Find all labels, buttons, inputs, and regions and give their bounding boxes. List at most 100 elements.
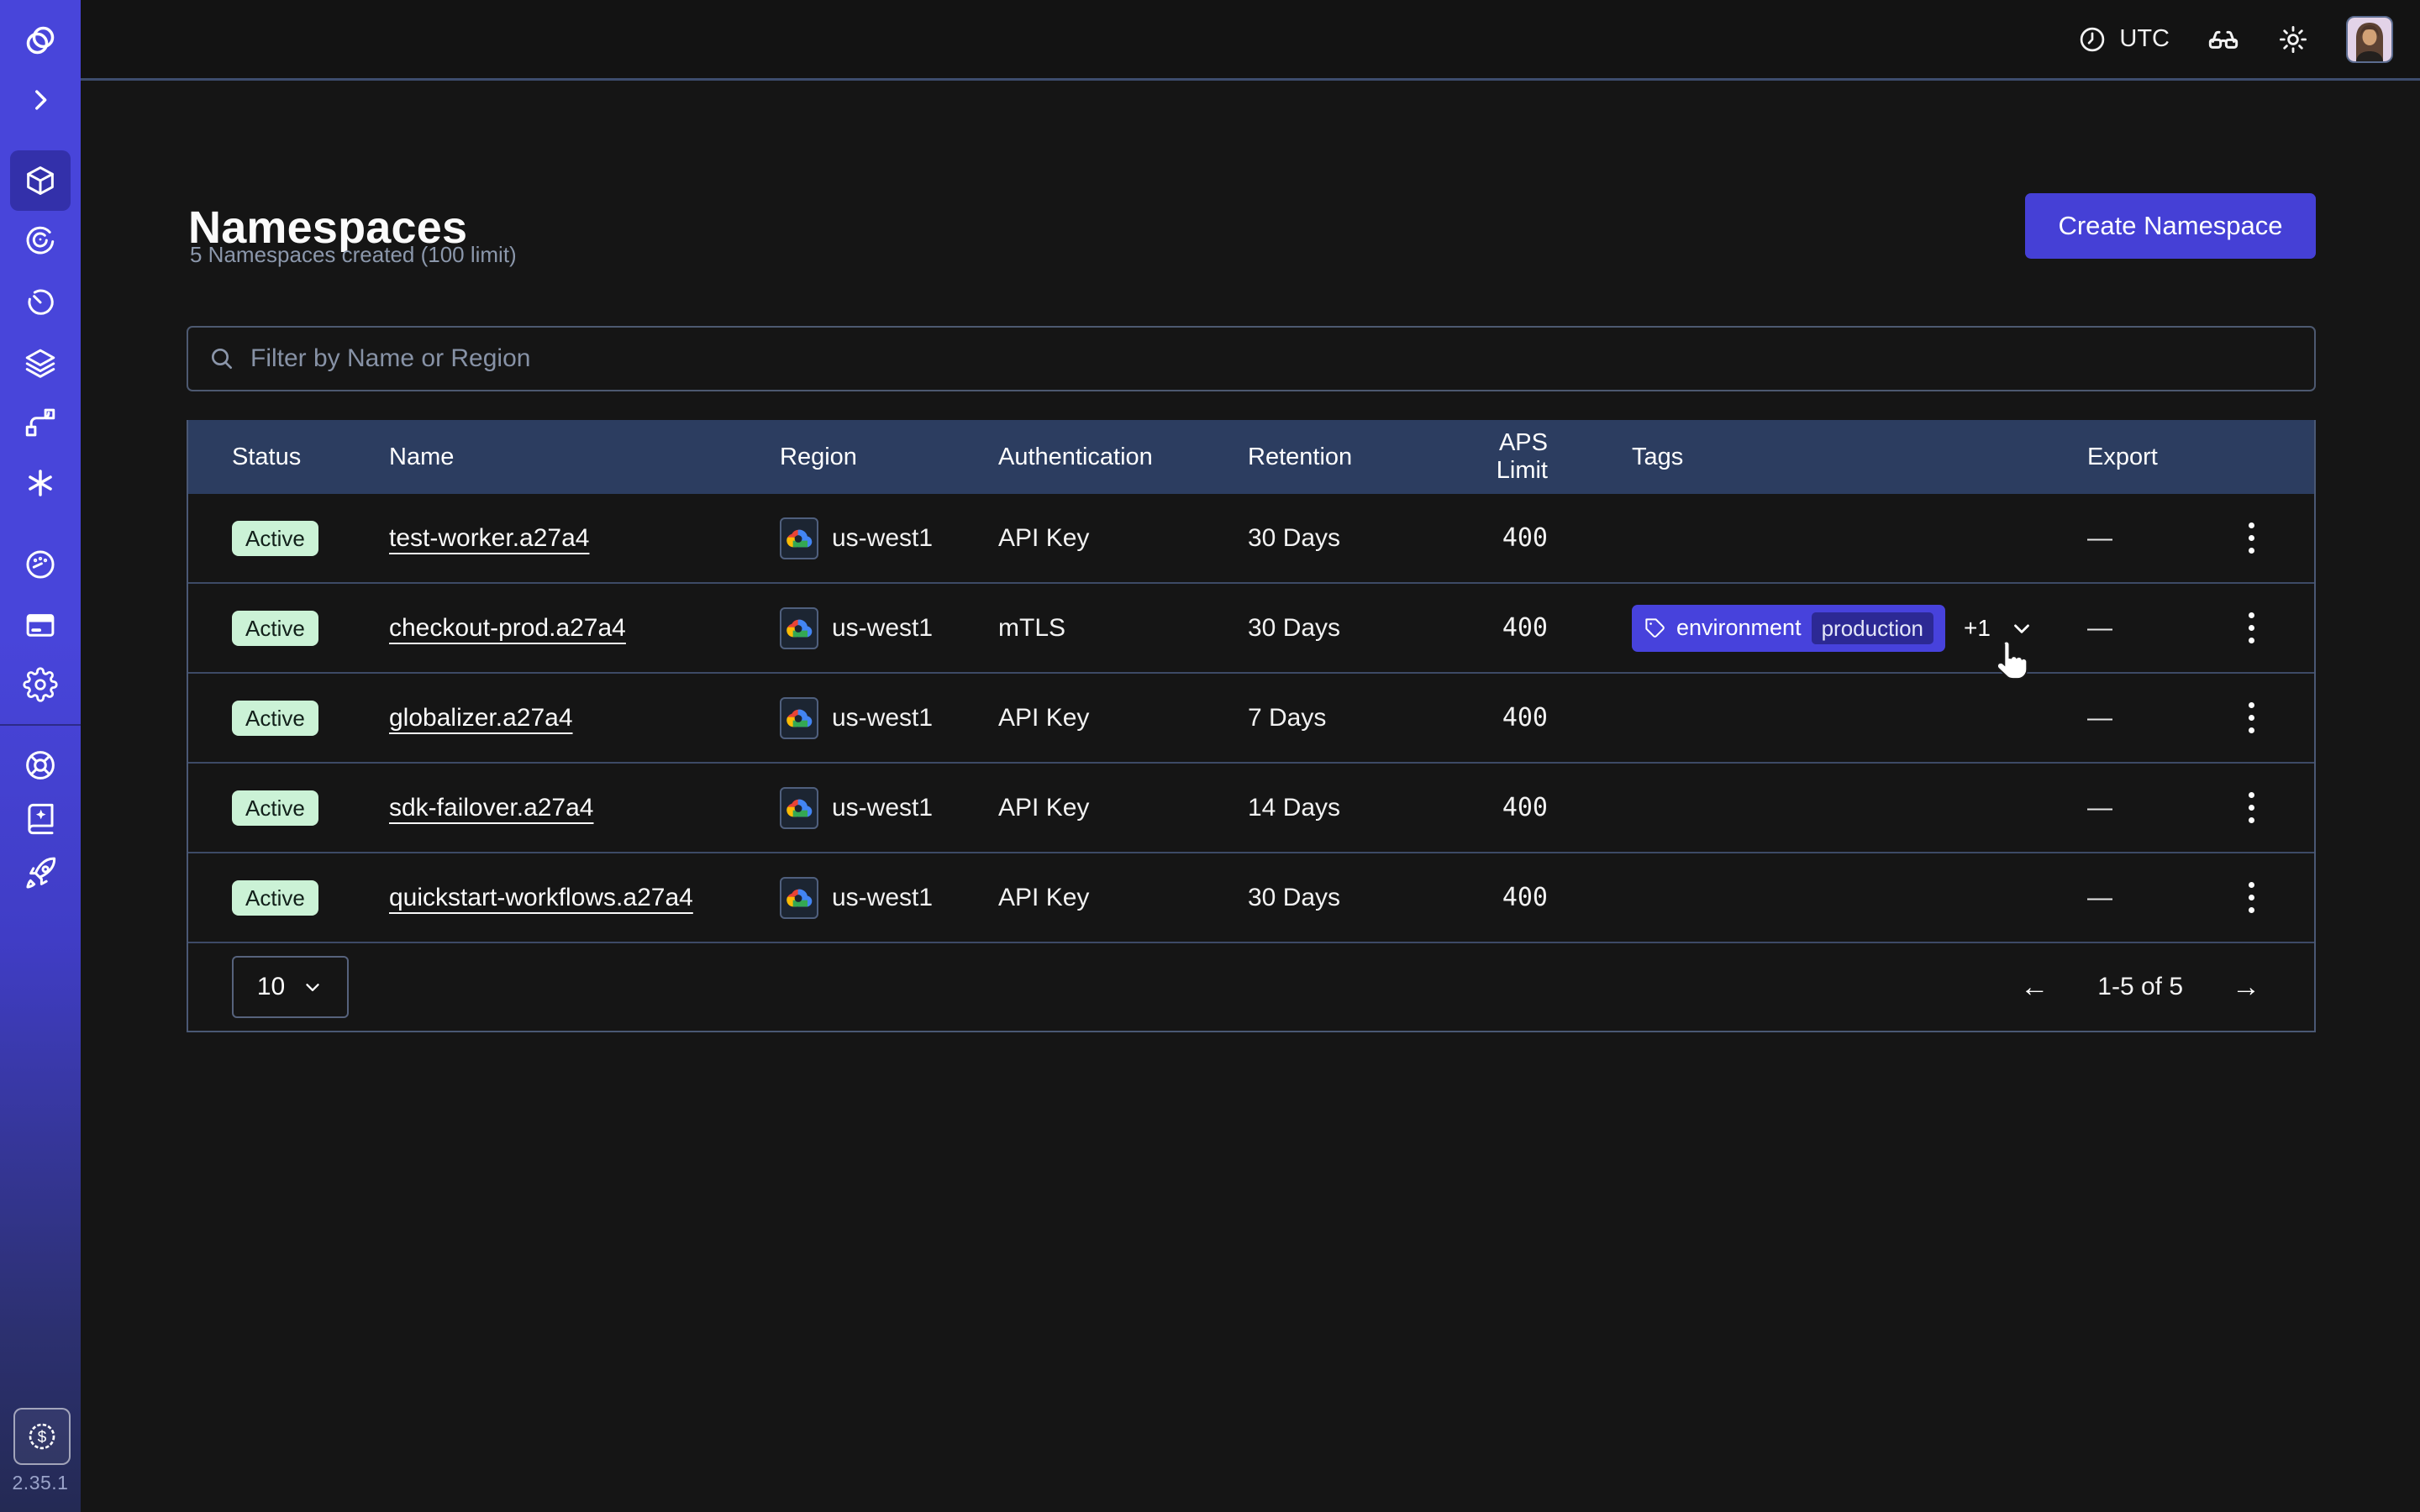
filter-search-bar <box>187 326 2316 391</box>
col-header-region: Region <box>780 444 998 471</box>
sidebar-item-billing[interactable] <box>0 605 81 645</box>
col-header-tags: Tags <box>1548 444 2087 471</box>
namespace-link[interactable]: quickstart-workflows.a27a4 <box>389 884 693 911</box>
tag-chip[interactable]: environment production <box>1632 605 1945 652</box>
row-menu-button[interactable] <box>2244 517 2260 559</box>
region-cell: us-west1 <box>780 877 998 919</box>
sidebar-item-docs[interactable] <box>0 799 81 839</box>
layers-icon <box>23 345 58 381</box>
sidebar-item-getting-started[interactable] <box>0 854 81 895</box>
aps-limit-cell: 400 <box>1444 793 1548 822</box>
table-row: Active test-worker.a27a4 us-west1 API Ke… <box>188 494 2314 582</box>
next-page-button[interactable]: → <box>2232 973 2260 1001</box>
aps-limit-cell: 400 <box>1444 703 1548 732</box>
glasses-icon[interactable] <box>2207 23 2240 56</box>
sidebar-item-workflows[interactable] <box>0 219 81 260</box>
gcp-icon <box>780 877 818 919</box>
table-body: Active test-worker.a27a4 us-west1 API Ke… <box>188 494 2314 942</box>
timezone-label: UTC <box>2119 25 2170 53</box>
export-cell: — <box>2087 884 2222 912</box>
lifebuoy-icon <box>23 748 58 783</box>
row-menu-button[interactable] <box>2244 607 2260 648</box>
export-cell: — <box>2087 704 2222 732</box>
table-pagination: 10 ← 1-5 of 5 → <box>188 942 2314 1031</box>
namespace-link[interactable]: test-worker.a27a4 <box>389 524 589 552</box>
auth-cell: API Key <box>998 524 1248 553</box>
status-badge: Active <box>232 880 318 916</box>
workflow-branch-icon <box>23 405 58 440</box>
export-cell: — <box>2087 524 2222 553</box>
retention-cell: 30 Days <box>1248 524 1444 553</box>
gcp-icon <box>780 517 818 559</box>
col-header-aps: APS Limit <box>1444 429 1548 485</box>
prev-page-button[interactable]: ← <box>2020 973 2049 1001</box>
sidebar: $ 2.35.1 <box>0 0 81 1512</box>
page-size-select[interactable]: 10 <box>232 956 349 1018</box>
status-badge: Active <box>232 611 318 646</box>
retention-cell: 14 Days <box>1248 794 1444 822</box>
auth-cell: API Key <box>998 704 1248 732</box>
row-menu-button[interactable] <box>2244 697 2260 738</box>
gauge-icon <box>23 547 58 582</box>
sidebar-item-nexus[interactable] <box>0 463 81 503</box>
row-menu-button[interactable] <box>2244 877 2260 918</box>
sidebar-item-deployments[interactable] <box>0 343 81 383</box>
export-cell: — <box>2087 794 2222 822</box>
gcp-icon <box>780 697 818 739</box>
cube-icon <box>23 163 58 198</box>
region-label: us-west1 <box>832 794 933 822</box>
sidebar-item-settings[interactable] <box>0 664 81 705</box>
namespaces-table: Status Name Region Authentication Retent… <box>187 420 2316 1032</box>
sidebar-pricing-button[interactable]: $ <box>13 1408 71 1465</box>
col-header-name: Name <box>389 444 780 471</box>
search-icon <box>208 345 235 372</box>
sidebar-divider <box>0 724 81 726</box>
auth-cell: API Key <box>998 794 1248 822</box>
sidebar-item-usage[interactable] <box>0 544 81 585</box>
page-size-value: 10 <box>257 973 285 1001</box>
avatar[interactable] <box>2346 16 2393 63</box>
timezone-selector[interactable]: UTC <box>2077 24 2170 55</box>
sidebar-item-support[interactable] <box>0 745 81 785</box>
region-cell: us-west1 <box>780 697 998 739</box>
table-header: Status Name Region Authentication Retent… <box>188 420 2314 494</box>
book-sparkle-icon <box>23 801 58 837</box>
row-menu-button[interactable] <box>2244 787 2260 828</box>
gcp-icon <box>780 787 818 829</box>
namespace-link[interactable]: checkout-prod.a27a4 <box>389 614 626 642</box>
region-label: us-west1 <box>832 524 933 553</box>
retention-cell: 7 Days <box>1248 704 1444 732</box>
topbar: UTC <box>81 0 2420 81</box>
brightness-icon[interactable] <box>2277 24 2309 55</box>
sidebar-expand-button[interactable] <box>0 80 81 120</box>
status-badge: Active <box>232 521 318 556</box>
region-label: us-west1 <box>832 614 933 643</box>
dollar-seal-icon: $ <box>25 1420 59 1453</box>
region-cell: us-west1 <box>780 787 998 829</box>
retention-cell: 30 Days <box>1248 614 1444 643</box>
tags-expand-chevron-icon[interactable] <box>2009 616 2034 641</box>
status-badge: Active <box>232 790 318 826</box>
sidebar-item-namespaces[interactable] <box>0 160 81 201</box>
sidebar-item-batch-operations[interactable] <box>0 402 81 443</box>
tag-key: environment <box>1676 615 1802 641</box>
aps-limit-cell: 400 <box>1444 523 1548 553</box>
sidebar-item-logo[interactable] <box>0 20 81 60</box>
app-root: $ 2.35.1 UTC <box>0 0 2420 1512</box>
chevron-right-icon <box>26 86 55 114</box>
col-header-export: Export <box>2087 444 2222 471</box>
filter-search-input[interactable] <box>249 344 2294 374</box>
timer-icon <box>23 285 58 320</box>
tag-value: production <box>1812 612 1933 644</box>
sidebar-item-schedules[interactable] <box>0 282 81 323</box>
region-cell: us-west1 <box>780 607 998 649</box>
svg-text:$: $ <box>38 1429 47 1446</box>
col-header-status: Status <box>232 444 389 471</box>
namespace-link[interactable]: globalizer.a27a4 <box>389 704 573 732</box>
export-cell: — <box>2087 614 2222 643</box>
asterisk-icon <box>23 465 58 501</box>
namespace-link[interactable]: sdk-failover.a27a4 <box>389 794 594 822</box>
create-namespace-button[interactable]: Create Namespace <box>2025 193 2316 259</box>
col-header-auth: Authentication <box>998 444 1248 471</box>
tag-more-count[interactable]: +1 <box>1964 615 1991 642</box>
